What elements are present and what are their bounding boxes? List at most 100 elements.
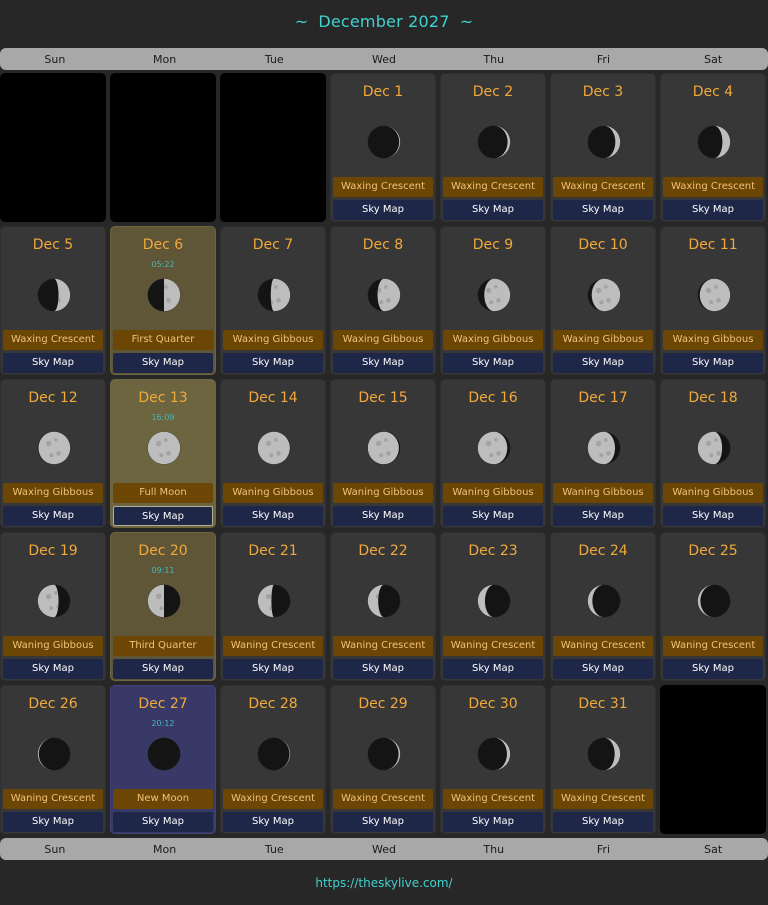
sky-map-button[interactable]: Sky Map: [113, 659, 213, 679]
weekday-mon: Mon: [152, 842, 177, 856]
day-date: Dec 17: [578, 390, 628, 406]
weekday-sat: Sat: [704, 842, 723, 856]
day-date: Dec 7: [252, 237, 294, 253]
phase-label: Waning Crescent: [553, 636, 653, 656]
day-cell: Dec 20 09:11 Third Quarter Sky Map: [110, 532, 216, 681]
phase-label: Third Quarter: [113, 636, 213, 656]
sky-map-button[interactable]: Sky Map: [553, 200, 653, 220]
moon-phase-icon: [587, 125, 621, 159]
sky-map-button[interactable]: Sky Map: [333, 200, 433, 220]
day-cell: Dec 3 Waxing Crescent Sky Map: [550, 73, 656, 222]
sky-map-button[interactable]: Sky Map: [443, 353, 543, 373]
day-cell: Dec 12 Waxing Gibbous Sky Map: [0, 379, 106, 528]
day-cell: Dec 10 Waxing Gibbous Sky Map: [550, 226, 656, 375]
sky-map-button[interactable]: Sky Map: [663, 200, 763, 220]
sky-map-button[interactable]: Sky Map: [333, 353, 433, 373]
phase-label: New Moon: [113, 789, 213, 809]
phase-label: Waning Gibbous: [223, 483, 323, 503]
sky-map-button[interactable]: Sky Map: [333, 506, 433, 526]
weekday-thu: Thu: [483, 52, 505, 66]
sky-map-button[interactable]: Sky Map: [333, 812, 433, 832]
title-tilde-left: ~: [294, 12, 309, 31]
weekday-tue: Tue: [264, 52, 284, 66]
day-cell: Dec 14 Waning Gibbous Sky Map: [220, 379, 326, 528]
moon-phase-icon: [367, 737, 401, 771]
weekday-fri: Fri: [596, 842, 610, 856]
phase-label: Waning Crescent: [333, 636, 433, 656]
day-cell: Dec 23 Waning Crescent Sky Map: [440, 532, 546, 681]
moon-phase-icon: [587, 737, 621, 771]
day-cell: Dec 6 05:22 First Quarter Sky Map: [110, 226, 216, 375]
sky-map-button[interactable]: Sky Map: [443, 200, 543, 220]
empty-day-cell: [0, 73, 106, 222]
moon-phase-icon: [697, 584, 731, 618]
phase-label: Waxing Gibbous: [663, 330, 763, 350]
sky-map-button[interactable]: Sky Map: [333, 659, 433, 679]
day-cell: Dec 29 Waxing Crescent Sky Map: [330, 685, 436, 834]
phase-label: Waxing Crescent: [223, 789, 323, 809]
phase-label: Full Moon: [113, 483, 213, 503]
sky-map-button[interactable]: Sky Map: [3, 506, 103, 526]
sky-map-button[interactable]: Sky Map: [113, 353, 213, 373]
weekday-fri: Fri: [596, 52, 610, 66]
phase-label: First Quarter: [113, 330, 213, 350]
moon-phase-icon: [147, 431, 181, 465]
sky-map-button[interactable]: Sky Map: [113, 812, 213, 832]
empty-day-cell: [660, 685, 766, 834]
sky-map-button[interactable]: Sky Map: [223, 506, 323, 526]
sky-map-button[interactable]: Sky Map: [663, 506, 763, 526]
day-date: Dec 29: [358, 696, 408, 712]
moon-phase-icon: [37, 431, 71, 465]
day-date: Dec 9: [472, 237, 514, 253]
sky-map-button[interactable]: Sky Map: [3, 353, 103, 373]
sky-map-button[interactable]: Sky Map: [553, 506, 653, 526]
sky-map-button[interactable]: Sky Map: [663, 353, 763, 373]
phase-label: Waxing Gibbous: [3, 483, 103, 503]
day-date: Dec 28: [248, 696, 298, 712]
day-date: Dec 12: [28, 390, 78, 406]
sky-map-button[interactable]: Sky Map: [443, 659, 543, 679]
calendar-title: ~ December 2027 ~: [0, 12, 768, 31]
moon-phase-icon: [367, 584, 401, 618]
sky-map-button[interactable]: Sky Map: [553, 659, 653, 679]
phase-label: Waxing Gibbous: [223, 330, 323, 350]
sky-map-button[interactable]: Sky Map: [443, 812, 543, 832]
day-cell: Dec 16 Waning Gibbous Sky Map: [440, 379, 546, 528]
phase-label: Waxing Crescent: [663, 177, 763, 197]
sky-map-button[interactable]: Sky Map: [553, 812, 653, 832]
sky-map-button[interactable]: Sky Map: [223, 353, 323, 373]
day-cell: Dec 28 Waxing Crescent Sky Map: [220, 685, 326, 834]
phase-time: 20:12: [151, 719, 175, 728]
day-cell: Dec 15 Waning Gibbous Sky Map: [330, 379, 436, 528]
phase-label: Waxing Crescent: [443, 177, 543, 197]
sky-map-button[interactable]: Sky Map: [443, 506, 543, 526]
sky-map-button[interactable]: Sky Map: [223, 812, 323, 832]
moon-phase-icon: [477, 278, 511, 312]
phase-time: 16:09: [151, 413, 175, 422]
phase-label: Waxing Gibbous: [333, 330, 433, 350]
sky-map-button[interactable]: Sky Map: [3, 659, 103, 679]
weekday-sun: Sun: [44, 842, 66, 856]
sky-map-button[interactable]: Sky Map: [663, 659, 763, 679]
moon-phase-icon: [147, 278, 181, 312]
day-date: Dec 4: [692, 84, 734, 100]
moon-phase-icon: [257, 737, 291, 771]
moon-phase-icon: [37, 278, 71, 312]
day-cell: Dec 21 Waning Crescent Sky Map: [220, 532, 326, 681]
sky-map-button[interactable]: Sky Map: [113, 506, 213, 526]
moon-phase-icon: [367, 431, 401, 465]
day-date: Dec 11: [688, 237, 738, 253]
phase-label: Waxing Crescent: [3, 330, 103, 350]
sky-map-button[interactable]: Sky Map: [553, 353, 653, 373]
moon-phase-icon: [477, 431, 511, 465]
phase-label: Waxing Crescent: [553, 177, 653, 197]
sky-map-button[interactable]: Sky Map: [223, 659, 323, 679]
phase-time: 09:11: [151, 566, 175, 575]
phase-label: Waxing Crescent: [333, 789, 433, 809]
sky-map-button[interactable]: Sky Map: [3, 812, 103, 832]
phase-label: Waning Gibbous: [663, 483, 763, 503]
day-cell: Dec 19 Waning Gibbous Sky Map: [0, 532, 106, 681]
site-link[interactable]: https://theskylive.com/: [0, 876, 768, 890]
day-cell: Dec 8 Waxing Gibbous Sky Map: [330, 226, 436, 375]
day-date: Dec 18: [688, 390, 738, 406]
